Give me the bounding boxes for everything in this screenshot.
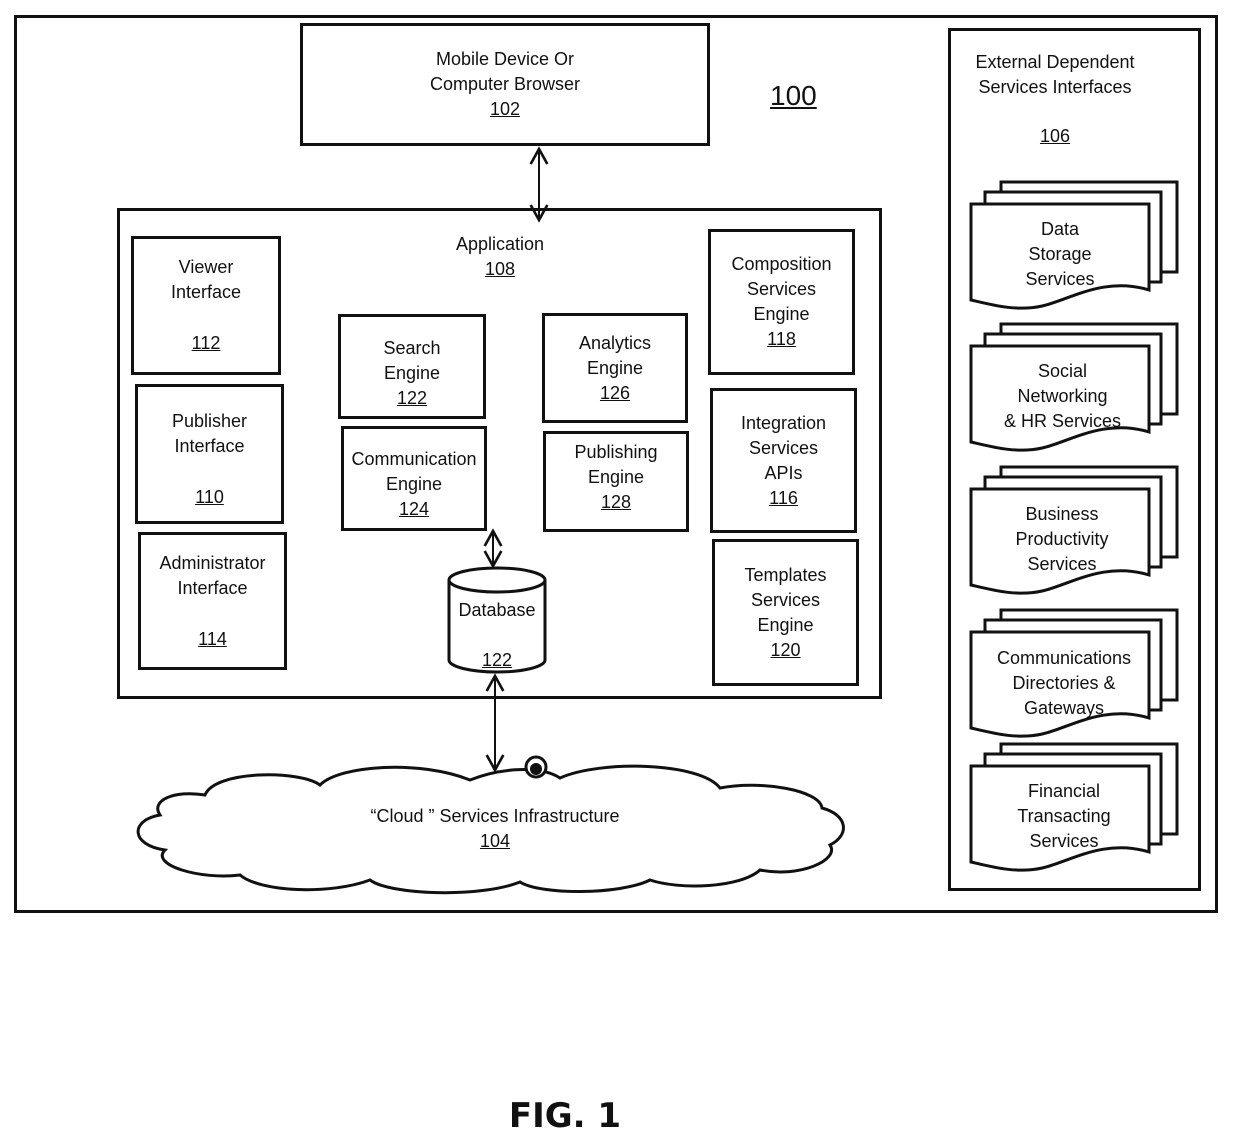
communication-line-1: Communication xyxy=(351,449,477,469)
publishing-line-1: Publishing xyxy=(574,442,658,462)
client-line-2: Computer Browser xyxy=(429,74,581,94)
external-service-financial-transacting: Financial Transacting Services xyxy=(977,779,1151,854)
search-line-2: Engine xyxy=(383,363,441,383)
publishing-line-2: Engine xyxy=(587,467,645,487)
templates-line-3: Engine xyxy=(757,614,814,635)
service-line: Transacting xyxy=(1017,806,1111,826)
service-line: Services xyxy=(1025,269,1095,289)
service-line: Networking xyxy=(1017,386,1108,406)
external-ref: 106 xyxy=(1039,126,1071,146)
publisher-interface-box: Publisher Interface 110 xyxy=(135,384,284,524)
composition-ref: 118 xyxy=(767,329,796,349)
analytics-engine-box: Analytics Engine 126 xyxy=(542,313,688,423)
search-line-1: Search xyxy=(383,338,441,358)
integration-line-3: APIs xyxy=(764,462,803,483)
viewer-line-2: Interface xyxy=(170,282,242,302)
figure-label: FIG. 1 xyxy=(508,1096,622,1136)
composition-line-1: Composition xyxy=(731,254,832,274)
database-text: Database xyxy=(458,600,536,620)
viewer-interface-box: Viewer Interface 112 xyxy=(131,236,281,375)
client-line-1: Mobile Device Or xyxy=(435,49,575,69)
service-line: Social xyxy=(1037,361,1088,381)
viewer-ref: 112 xyxy=(191,333,221,353)
publishing-ref: 128 xyxy=(600,492,632,512)
integration-line-2: Services xyxy=(748,437,819,458)
external-service-communications-directories: Communications Directories & Gateways xyxy=(977,646,1151,721)
integration-ref: 116 xyxy=(769,487,798,508)
external-service-business-productivity: Business Productivity Services xyxy=(977,502,1147,577)
analytics-line-1: Analytics xyxy=(578,332,652,353)
service-line: Services xyxy=(1027,554,1097,574)
cloud-label: “Cloud ” Services Infrastructure 104 xyxy=(330,804,660,854)
communication-ref: 124 xyxy=(398,499,430,519)
composition-services-engine-box: Composition Services Engine 118 xyxy=(708,229,855,375)
service-line: Data xyxy=(1040,219,1080,239)
client-ref: 102 xyxy=(489,99,521,119)
analytics-line-2: Engine xyxy=(586,357,644,378)
service-line: Productivity xyxy=(1015,529,1109,549)
integration-line-1: Integration xyxy=(740,412,827,433)
service-line: & HR Services xyxy=(1003,411,1122,431)
templates-line-1: Templates xyxy=(744,564,827,585)
analytics-ref: 126 xyxy=(599,382,631,403)
publisher-ref: 110 xyxy=(195,487,224,507)
composition-line-2: Services xyxy=(746,279,817,299)
system-ref-label: 100 xyxy=(770,80,817,112)
figure-caption: FIG. 1 xyxy=(500,1096,630,1136)
cloud-ref: 104 xyxy=(479,831,511,851)
administrator-interface-box: Administrator Interface 114 xyxy=(138,532,287,670)
templates-services-engine-box: Templates Services Engine 120 xyxy=(712,539,859,686)
search-ref: 122 xyxy=(396,388,428,408)
service-line: Services xyxy=(1029,831,1099,851)
admin-ref: 114 xyxy=(198,629,227,649)
admin-line-2: Interface xyxy=(177,578,248,598)
composition-line-3: Engine xyxy=(753,304,810,324)
external-title-line-2: Services Interfaces xyxy=(978,77,1132,97)
service-line: Financial xyxy=(1027,781,1101,801)
search-engine-box: Search Engine 122 xyxy=(338,314,486,419)
cloud-text: “Cloud ” Services Infrastructure xyxy=(370,806,620,826)
publisher-line-1: Publisher xyxy=(171,411,248,431)
templates-ref: 120 xyxy=(770,639,801,660)
service-line: Gateways xyxy=(1023,698,1105,718)
communication-engine-box: Communication Engine 124 xyxy=(341,426,487,531)
communication-line-2: Engine xyxy=(385,474,443,494)
admin-line-1: Administrator xyxy=(159,553,266,573)
templates-line-2: Services xyxy=(750,589,821,610)
client-browser-box: Mobile Device Or Computer Browser 102 xyxy=(300,23,710,146)
external-service-social-networking: Social Networking & HR Services xyxy=(975,359,1150,434)
service-line: Directories & xyxy=(1012,673,1116,693)
publisher-line-2: Interface xyxy=(174,436,245,456)
application-title-text: Application xyxy=(455,234,545,254)
system-ref: 100 xyxy=(770,80,817,111)
service-line: Communications xyxy=(996,648,1132,668)
external-services-container xyxy=(948,28,1201,891)
database-label: Database 122 xyxy=(447,598,547,673)
external-service-data-storage: Data Storage Services xyxy=(975,217,1145,292)
external-title-line-1: External Dependent xyxy=(975,52,1135,72)
application-title: Application 108 xyxy=(430,232,570,282)
integration-services-apis-box: Integration Services APIs 116 xyxy=(710,388,857,533)
database-ref: 122 xyxy=(481,650,513,670)
viewer-line-1: Viewer xyxy=(178,257,234,277)
publishing-engine-box: Publishing Engine 128 xyxy=(543,431,689,532)
service-line: Business xyxy=(1025,504,1099,524)
service-line: Storage xyxy=(1028,244,1092,264)
external-services-title: External Dependent Services Interfaces 1… xyxy=(955,50,1155,149)
application-ref: 108 xyxy=(484,259,516,279)
